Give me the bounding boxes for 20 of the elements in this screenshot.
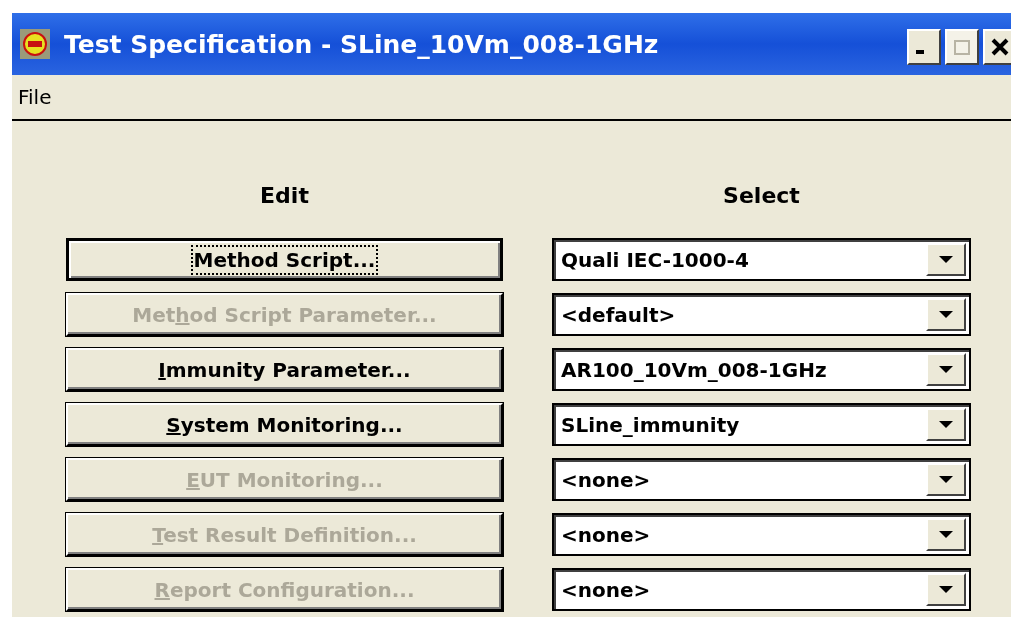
edit-button[interactable]: Method Script... <box>66 238 503 281</box>
close-button[interactable] <box>983 29 1011 65</box>
window-title: Test Specification - SLine_10Vm_008-1GHz <box>64 29 659 59</box>
select-dropdown[interactable]: <default> <box>552 293 971 336</box>
select-dropdown[interactable]: <none> <box>552 458 971 501</box>
select-dropdown[interactable]: <none> <box>552 513 971 556</box>
edit-button[interactable]: System Monitoring... <box>66 403 503 446</box>
column-header: Select <box>722 183 801 208</box>
edit-button[interactable]: Immunity Parameter... <box>66 348 503 391</box>
select-dropdown[interactable]: AR100_10Vm_008-1GHz <box>552 348 971 391</box>
minimize-icon <box>916 50 924 54</box>
select-dropdown[interactable]: Quali IEC-1000-4 <box>552 238 971 281</box>
menu-item[interactable]: File <box>18 85 52 109</box>
select-dropdown[interactable]: <none> <box>552 568 971 611</box>
select-dropdown[interactable]: SLine_immunity <box>552 403 971 446</box>
minimize-button[interactable] <box>907 29 941 65</box>
close-icon <box>991 38 1009 56</box>
column-header: Edit <box>259 183 310 208</box>
app-icon <box>20 29 50 59</box>
maximize-icon <box>954 39 970 55</box>
